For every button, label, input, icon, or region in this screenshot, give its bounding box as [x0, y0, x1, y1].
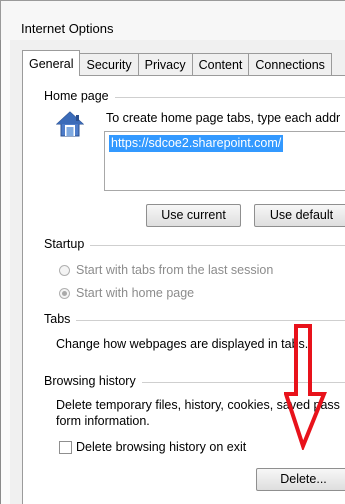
home-page-instruction: To create home page tabs, type each addr	[106, 111, 341, 125]
use-default-button[interactable]: Use default	[254, 204, 345, 227]
home-page-group-label: Home page	[44, 89, 115, 103]
startup-home-page-label: Start with home page	[76, 286, 195, 300]
home-page-url-field[interactable]: https://sdcoe2.sharepoint.com/	[104, 131, 345, 191]
window-left-border	[0, 0, 10, 504]
tab-security[interactable]: Security	[79, 53, 139, 76]
tab-privacy[interactable]: Privacy	[137, 53, 193, 76]
tabs-description: Change how webpages are displayed in tab…	[56, 337, 309, 351]
tabs-group-line	[44, 320, 345, 321]
startup-last-session-radio[interactable]	[59, 265, 70, 276]
delete-on-exit-checkbox[interactable]	[59, 441, 72, 454]
startup-last-session-label: Start with tabs from the last session	[76, 263, 274, 277]
tab-general[interactable]: General	[22, 50, 81, 76]
delete-history-button[interactable]: Delete...	[256, 468, 345, 491]
home-icon	[56, 111, 84, 137]
window-title: Internet Options	[21, 21, 114, 36]
red-down-arrow-icon	[284, 324, 327, 450]
browsing-history-description-line2: form information.	[56, 414, 150, 428]
tab-connections[interactable]: Connections	[248, 53, 332, 76]
startup-home-page-radio[interactable]	[59, 288, 70, 299]
home-page-url-selected-text: https://sdcoe2.sharepoint.com/	[109, 135, 284, 152]
title-bar: Internet Options	[0, 0, 345, 40]
tab-strip: General Security Privacy Content Connect…	[22, 50, 332, 76]
tab-content[interactable]: Content	[191, 53, 250, 76]
startup-group-label: Startup	[44, 237, 91, 251]
internet-options-dialog: Internet Options General Security Privac…	[0, 0, 345, 504]
use-current-button[interactable]: Use current	[146, 204, 241, 227]
browsing-history-group-label: Browsing history	[44, 374, 142, 388]
tabs-group-label: Tabs	[44, 312, 77, 326]
delete-on-exit-label: Delete browsing history on exit	[76, 440, 247, 454]
